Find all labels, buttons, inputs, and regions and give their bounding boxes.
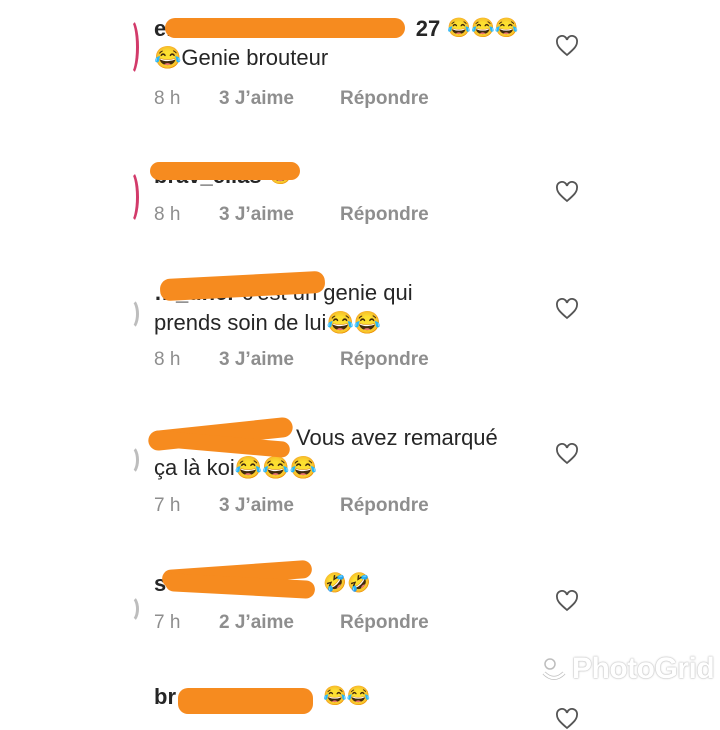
likes-count[interactable]: 3 J’aime	[219, 349, 340, 371]
heart-icon[interactable]	[555, 35, 579, 57]
comment-item: brav_elias 😂 8 h3 J’aimeRépondre	[0, 150, 720, 260]
laughing-emoji: 😂😂	[323, 686, 371, 707]
likes-count[interactable]: 3 J’aime	[219, 88, 340, 110]
comment-item: s 🤣🤣 7 h2 J’aime Répondre	[0, 555, 720, 665]
laughing-emoji: 😂😂😂	[447, 18, 519, 39]
comment-text: ça là koi😂😂😂	[154, 455, 317, 480]
comment-time: 8 h	[154, 349, 181, 370]
comment-time: 7 h	[154, 495, 181, 516]
comment-text: Vous avez remarqué	[296, 425, 498, 450]
likes-count[interactable]: 2 J’aime	[219, 612, 340, 634]
avatar[interactable]	[122, 18, 139, 76]
comment-time: 7 h	[154, 612, 181, 633]
heart-icon[interactable]	[555, 181, 579, 203]
heart-icon[interactable]	[555, 708, 579, 730]
redaction-mark	[178, 688, 313, 714]
avatar[interactable]	[122, 170, 139, 224]
watermark: PhotoGrid	[572, 652, 715, 685]
comment-meta: 7 h 3 J’aime Répondre	[154, 495, 429, 517]
likes-count[interactable]: 3 J’aime	[219, 495, 340, 517]
reply-button[interactable]: Répondre	[340, 349, 429, 371]
comment-meta: 8 h 3 J’aime Répondre	[154, 88, 429, 110]
comment-item: br 😂😂	[0, 680, 720, 730]
reply-button[interactable]: Répondre	[340, 612, 429, 634]
comment-item: Vous avez remarqué ça là koi😂😂😂 7 h 3 J’a…	[0, 410, 720, 530]
likes-count[interactable]: 3 J’aime	[219, 204, 340, 226]
photogrid-logo-icon	[542, 658, 566, 680]
reply-button[interactable]: Répondre	[340, 204, 429, 226]
comment-meta: 8 h 3 J’aime Répondre	[154, 349, 429, 371]
reply-button[interactable]: Répondre	[340, 495, 429, 517]
avatar[interactable]	[122, 595, 139, 623]
comment-time: 8 h	[154, 204, 181, 225]
comment-username[interactable]: br	[154, 684, 176, 709]
heart-icon[interactable]	[555, 443, 579, 465]
redaction-mark	[150, 162, 300, 180]
comment-item: …_uher c'est un genie qui prends soin de…	[0, 270, 720, 400]
reply-button[interactable]: Répondre	[340, 88, 429, 110]
redaction-mark	[165, 18, 405, 38]
comment-text: 😂Genie brouteur	[154, 45, 329, 70]
heart-icon[interactable]	[555, 298, 579, 320]
avatar[interactable]	[122, 298, 139, 330]
rolling-laughing-emoji: 🤣🤣	[323, 573, 371, 594]
heart-icon[interactable]	[555, 590, 579, 612]
avatar[interactable]	[122, 445, 139, 475]
comment-time: 8 h	[154, 88, 181, 109]
comment-text: prends soin de lui😂😂	[154, 310, 382, 335]
comment-item: em27 😂😂😂 😂Genie brouteur 8 h3 J’aimeRépo…	[0, 0, 720, 130]
comment-username-tail: 27	[415, 16, 441, 41]
comment-meta: 8 h 3 J’aime Répondre	[154, 204, 429, 226]
comment-meta: 7 h 2 J’aime Répondre	[154, 612, 429, 634]
